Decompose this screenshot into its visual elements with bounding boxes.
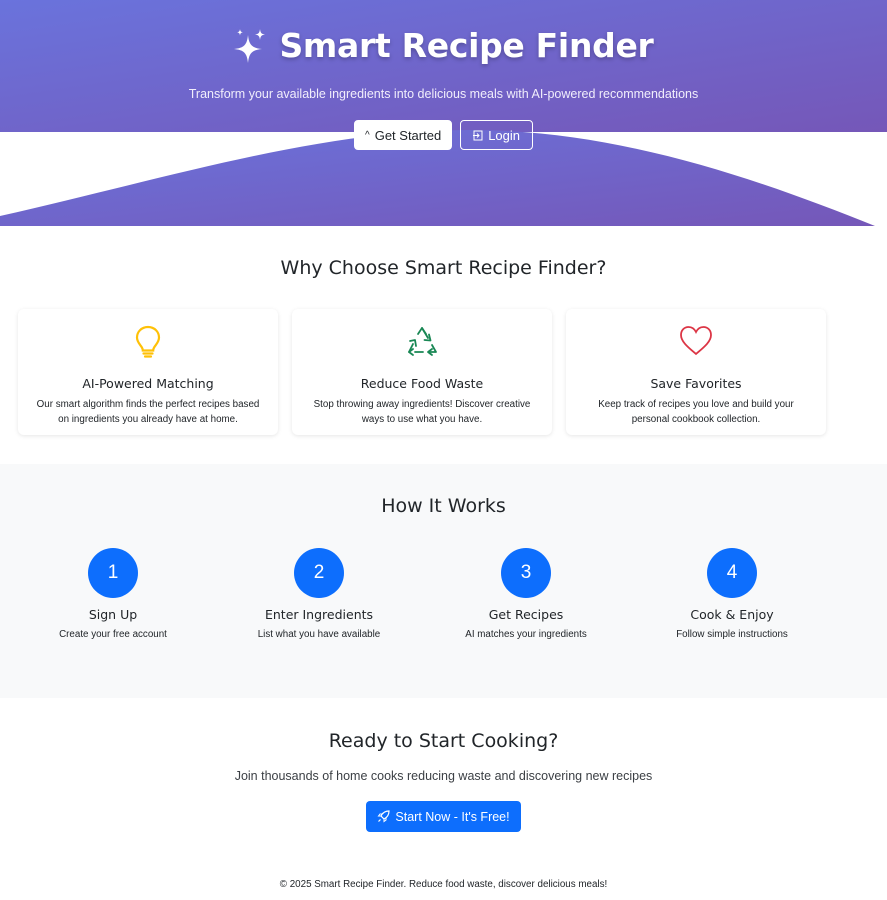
- feature-card: Reduce Food Waste Stop throwing away ing…: [292, 309, 552, 435]
- features-list: AI-Powered Matching Our smart algorithm …: [18, 309, 826, 435]
- features-title: Why Choose Smart Recipe Finder?: [280, 257, 607, 279]
- get-started-label: Get Started: [374, 127, 442, 143]
- login-label: Login: [488, 127, 520, 143]
- cta-title: Ready to Start Cooking?: [328, 730, 559, 752]
- step-description: List what you have available: [257, 629, 381, 640]
- feature-description: Stop throwing away ingredients! Discover…: [313, 399, 531, 425]
- hero-subtitle: Transform your available ingredients int…: [188, 87, 699, 101]
- feature-description: Our smart algorithm finds the perfect re…: [36, 399, 260, 425]
- step-item: 4 Cook & Enjoy Follow simple instruction…: [632, 548, 832, 640]
- hero-buttons: ^ Get Started Login: [0, 120, 887, 150]
- feature-description: Keep track of recipes you love and build…: [598, 399, 794, 425]
- how-title: How It Works: [381, 495, 506, 517]
- recycle-icon: [408, 327, 437, 356]
- lightbulb-icon: [135, 325, 161, 358]
- step-title: Enter Ingredients: [264, 607, 374, 622]
- step-description: AI matches your ingredients: [465, 629, 587, 640]
- step-title: Sign Up: [88, 607, 138, 622]
- step-number: 3: [501, 548, 551, 598]
- login-icon: [473, 130, 483, 140]
- cta-button-wrap: Start Now - It's Free!: [0, 801, 887, 832]
- step-number: 1: [88, 548, 138, 598]
- feature-card: AI-Powered Matching Our smart algorithm …: [18, 309, 278, 435]
- heart-icon: [680, 326, 712, 356]
- step-item: 1 Sign Up Create your free account: [13, 548, 213, 640]
- step-description: Follow simple instructions: [676, 629, 788, 640]
- step-title: Get Recipes: [488, 607, 564, 622]
- feature-title: Reduce Food Waste: [360, 376, 484, 391]
- hero-section: Smart Recipe Finder Transform your avail…: [0, 0, 887, 226]
- step-title: Cook & Enjoy: [690, 607, 774, 622]
- step-item: 2 Enter Ingredients List what you have a…: [219, 548, 419, 640]
- how-it-works-section: How It Works 1 Sign Up Create your free …: [0, 464, 887, 698]
- step-description: Create your free account: [59, 629, 167, 640]
- footer-text: © 2025 Smart Recipe Finder. Reduce food …: [279, 879, 608, 890]
- start-now-button[interactable]: Start Now - It's Free!: [366, 801, 521, 832]
- rocket-icon: [377, 810, 390, 823]
- get-started-button[interactable]: ^ Get Started: [354, 120, 453, 150]
- hero-title-row: Smart Recipe Finder: [0, 26, 887, 65]
- step-item: 3 Get Recipes AI matches your ingredient…: [426, 548, 626, 640]
- page-title: Smart Recipe Finder: [279, 26, 654, 65]
- feature-title: AI-Powered Matching: [82, 376, 214, 391]
- cta-subtitle: Join thousands of home cooks reducing wa…: [234, 769, 653, 783]
- login-button[interactable]: Login: [460, 120, 533, 150]
- feature-title: Save Favorites: [650, 376, 742, 391]
- step-number: 4: [707, 548, 757, 598]
- feature-card: Save Favorites Keep track of recipes you…: [566, 309, 826, 435]
- rocket-icon: ^: [365, 129, 370, 141]
- stars-icon: [234, 28, 266, 63]
- start-now-label: Start Now - It's Free!: [395, 809, 510, 824]
- step-number: 2: [294, 548, 344, 598]
